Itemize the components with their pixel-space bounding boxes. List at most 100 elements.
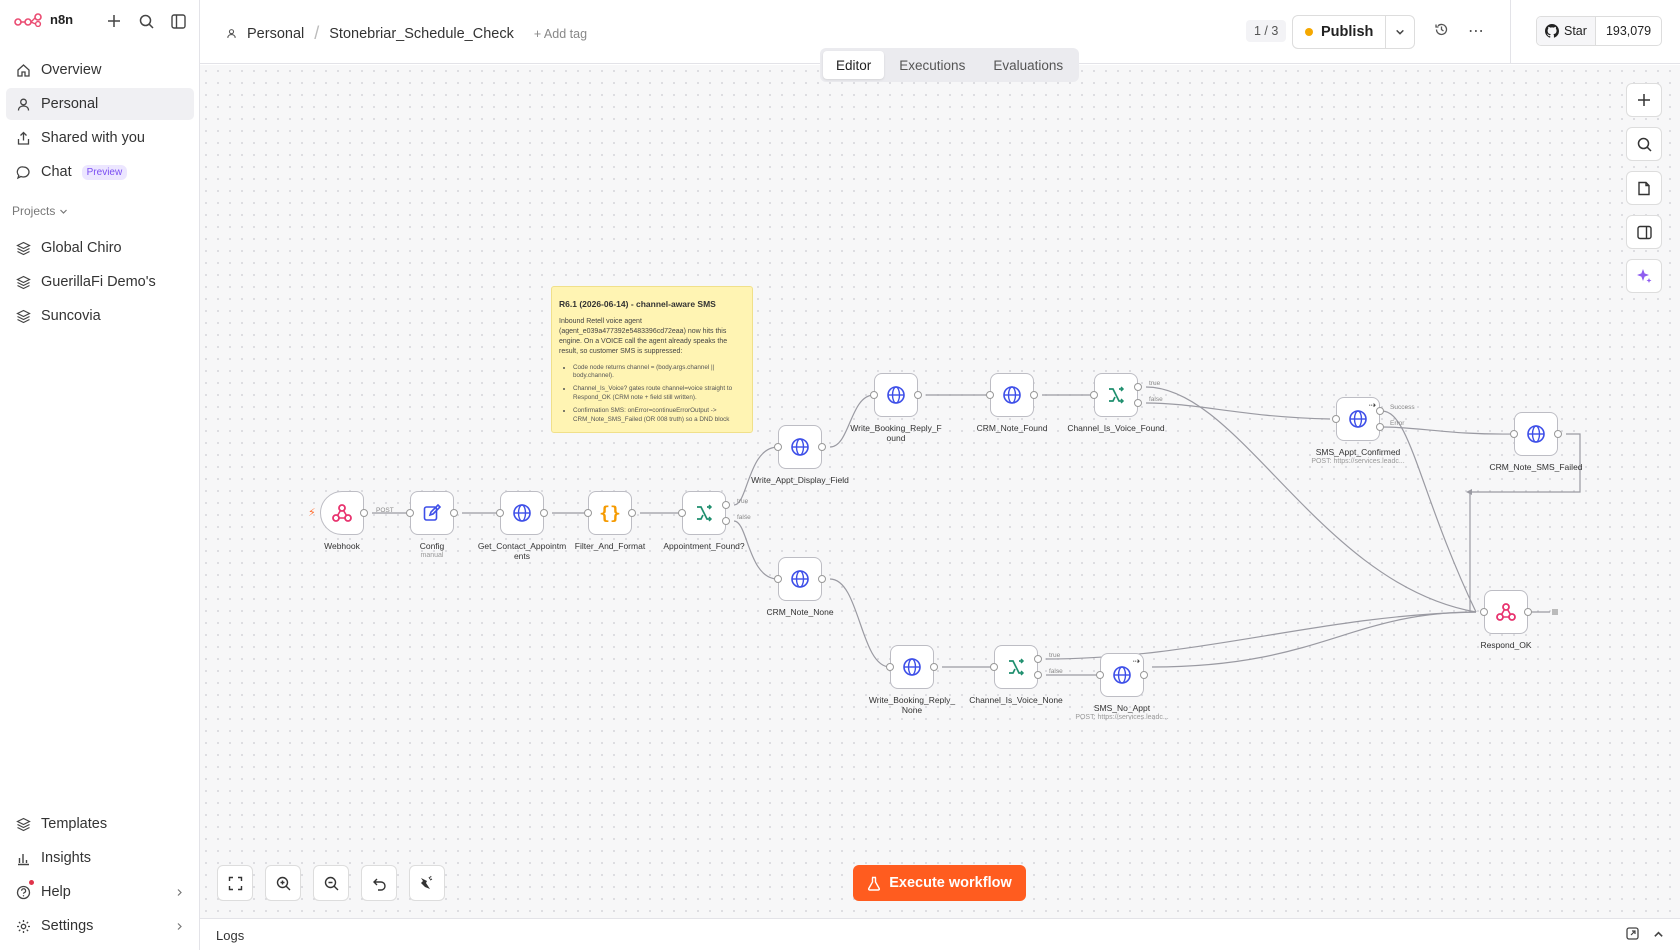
node-webhook[interactable]	[320, 491, 368, 535]
input-port[interactable]	[870, 391, 878, 399]
tidy-up-button[interactable]	[409, 865, 445, 901]
toggle-panel-button[interactable]	[1626, 215, 1662, 249]
input-port[interactable]	[406, 509, 414, 517]
nav-item-chat[interactable]: Chat Preview	[6, 156, 194, 188]
input-port[interactable]	[1480, 608, 1488, 616]
input-port[interactable]	[886, 663, 894, 671]
publish-button[interactable]: Publish	[1293, 16, 1387, 48]
tab-evaluations[interactable]: Evaluations	[980, 51, 1076, 79]
execute-workflow-button[interactable]: Execute workflow	[853, 865, 1026, 901]
history-icon[interactable]	[1434, 22, 1449, 42]
broom-icon	[421, 875, 433, 889]
github-star-widget[interactable]: Star 193,079	[1536, 16, 1663, 46]
plus-icon[interactable]	[105, 12, 123, 30]
node-get-contact-appointments[interactable]	[496, 491, 548, 535]
brand[interactable]: n8n	[14, 12, 73, 27]
error-label: Error	[1390, 420, 1405, 427]
project-item[interactable]: GuerillaFi Demo's	[6, 266, 194, 298]
add-node-button[interactable]	[1626, 83, 1662, 117]
input-port[interactable]	[678, 509, 686, 517]
input-port[interactable]	[496, 509, 504, 517]
publish-dropdown-button[interactable]	[1386, 27, 1414, 37]
output-port[interactable]	[930, 663, 938, 671]
nav-item-personal[interactable]: Personal	[6, 88, 194, 120]
node-crm-note-sms-failed[interactable]	[1510, 412, 1562, 456]
workflow-name[interactable]: Stonebriar_Schedule_Check	[329, 26, 514, 42]
sticky-note[interactable]: R6.1 (2026-06-14) - channel-aware SMS In…	[551, 286, 753, 433]
breadcrumb-owner[interactable]: Personal	[247, 26, 304, 42]
sidebar-toggle-icon[interactable]	[169, 12, 187, 30]
nav-item-overview[interactable]: Overview	[6, 54, 194, 86]
node-sms-no-appt[interactable]: ⇢	[1096, 653, 1148, 697]
chevron-up-icon[interactable]	[1653, 927, 1664, 945]
breadcrumb: Personal / Stonebriar_Schedule_Check + A…	[226, 23, 587, 44]
output-port[interactable]	[628, 509, 636, 517]
node-write-appt-display-field[interactable]	[774, 425, 826, 469]
false-output-port[interactable]	[722, 517, 730, 525]
output-port[interactable]	[360, 509, 368, 517]
true-output-port[interactable]	[1134, 383, 1142, 391]
input-port[interactable]	[1510, 430, 1518, 438]
projects-header[interactable]: Projects	[12, 204, 68, 218]
nav-item-help[interactable]: Help	[6, 876, 194, 908]
add-tag-button[interactable]: + Add tag	[534, 27, 587, 41]
input-port[interactable]	[774, 575, 782, 583]
output-port[interactable]	[1030, 391, 1038, 399]
nav-item-templates[interactable]: Templates	[6, 808, 194, 840]
success-output-port[interactable]	[1376, 407, 1384, 415]
project-item[interactable]: Global Chiro	[6, 232, 194, 264]
input-port[interactable]	[584, 509, 592, 517]
more-options-icon[interactable]: ⋯	[1468, 21, 1485, 41]
output-port[interactable]	[818, 575, 826, 583]
input-port[interactable]	[1090, 391, 1098, 399]
false-output-port[interactable]	[1034, 671, 1042, 679]
search-nodes-button[interactable]	[1626, 127, 1662, 161]
input-port[interactable]	[1332, 415, 1340, 423]
github-star-button[interactable]: Star	[1537, 17, 1596, 45]
zoom-out-button[interactable]	[313, 865, 349, 901]
node-sms-appt-confirmed[interactable]: ⇢	[1332, 397, 1384, 441]
node-channel-is-voice-none[interactable]	[990, 645, 1042, 689]
true-output-port[interactable]	[1034, 655, 1042, 663]
output-port[interactable]	[1554, 430, 1562, 438]
output-port[interactable]	[1140, 671, 1148, 679]
error-output-port[interactable]	[1376, 423, 1384, 431]
node-appointment-found[interactable]	[678, 491, 730, 535]
nav-item-settings[interactable]: Settings	[6, 910, 194, 942]
input-port[interactable]	[1096, 671, 1104, 679]
fit-view-button[interactable]	[217, 865, 253, 901]
undo-button[interactable]	[361, 865, 397, 901]
tab-executions[interactable]: Executions	[886, 51, 978, 79]
input-port[interactable]	[774, 443, 782, 451]
project-item[interactable]: Suncovia	[6, 300, 194, 332]
search-icon[interactable]	[137, 12, 155, 30]
output-port[interactable]	[450, 509, 458, 517]
true-label: true	[737, 498, 749, 505]
node-respond-ok[interactable]	[1480, 590, 1532, 634]
node-filter-and-format[interactable]: {}	[584, 491, 636, 535]
ai-assistant-button[interactable]	[1626, 259, 1662, 293]
add-sticky-button[interactable]	[1626, 171, 1662, 205]
output-port[interactable]	[540, 509, 548, 517]
output-port[interactable]	[818, 443, 826, 451]
false-output-port[interactable]	[1134, 399, 1142, 407]
node-config[interactable]	[406, 491, 458, 535]
pop-out-icon[interactable]	[1626, 927, 1639, 945]
input-port[interactable]	[990, 663, 998, 671]
logs-panel-bar[interactable]: Logs	[200, 918, 1680, 950]
workflow-canvas[interactable]: R6.1 (2026-06-14) - channel-aware SMS In…	[200, 65, 1680, 918]
zoom-in-button[interactable]	[265, 865, 301, 901]
node-crm-note-none[interactable]	[774, 557, 826, 601]
nav-item-insights[interactable]: Insights	[6, 842, 194, 874]
tab-editor[interactable]: Editor	[823, 51, 885, 79]
input-port[interactable]	[986, 391, 994, 399]
node-channel-is-voice-found[interactable]	[1090, 373, 1142, 417]
node-write-booking-reply-none[interactable]	[886, 645, 938, 689]
true-output-port[interactable]	[722, 501, 730, 509]
output-port[interactable]	[1524, 608, 1532, 616]
status-dot-icon	[1305, 28, 1313, 36]
output-port[interactable]	[914, 391, 922, 399]
node-write-booking-reply-found[interactable]	[870, 373, 922, 417]
nav-item-shared[interactable]: Shared with you	[6, 122, 194, 154]
node-crm-note-found[interactable]	[986, 373, 1038, 417]
